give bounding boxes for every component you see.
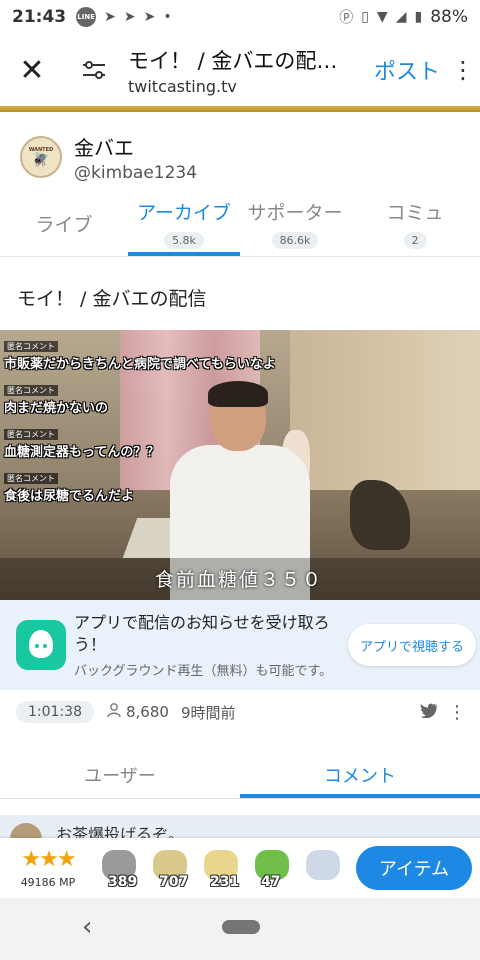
item-button[interactable]: アイテム <box>356 846 472 890</box>
tab-label: ライブ <box>35 214 93 236</box>
item-bar: ★★★ 49186 MP 389 707 231 47 アイテム <box>0 838 480 898</box>
overlay-comment: 匿名コメント 血糖測定器もってんの？？ <box>4 429 160 460</box>
content-tabs: ユーザー コメント <box>0 752 480 798</box>
profile-handle: @kimbae1234 <box>74 162 198 183</box>
movie-duration: 1:01:38 <box>16 701 94 723</box>
back-icon[interactable]: ‹ <box>82 912 92 942</box>
overlay-comment: 匿名コメント 食後は尿糖でるんだよ <box>4 473 135 504</box>
more-options-icon[interactable]: ⋮ <box>446 56 480 84</box>
movie-title: モイ！ / 金バエの配信 <box>17 288 207 310</box>
fly-icon: 🪰 <box>32 152 50 168</box>
tab-label: コミュ <box>386 202 444 224</box>
movie-time-ago: 9時間前 <box>180 703 236 722</box>
notification-icons: LINE ➤ ➤ ➤ • <box>76 7 172 27</box>
viewer-count: 8,680 <box>106 702 169 722</box>
banner-sub-text: バックグラウンド再生（無料）も可能です。 <box>74 663 333 679</box>
overlay-comment: 匿名コメント 肉まだ焼かないの <box>4 385 109 416</box>
header-decoration <box>0 106 480 112</box>
browser-title-area: モイ！ / 金バエの配… twitcasting.tv <box>124 45 368 96</box>
profile-header: WANTED 🪰 金バエ @kimbae1234 <box>0 122 480 192</box>
star-rank-icon: ★★★ <box>21 846 76 872</box>
overlay-comment: 匿名コメント 市販薬だからきちんと病院で調べてもらいなよ <box>4 341 276 372</box>
system-nav-bar: ‹ <box>0 898 480 960</box>
status-time: 21:43 <box>12 7 67 27</box>
site-settings-icon[interactable] <box>64 34 124 106</box>
home-pill-icon[interactable] <box>222 920 260 934</box>
avatar[interactable]: WANTED 🪰 <box>20 136 62 178</box>
item-count: 707 <box>159 874 189 890</box>
tabs-divider <box>0 256 480 257</box>
item-count: 231 <box>210 874 240 890</box>
close-icon[interactable]: ✕ <box>0 34 64 106</box>
vibrate-icon: ▯ <box>361 9 369 25</box>
profile-tabs: ライブ アーカイブ 5.8k サポーター 86.6k コミュ 2 <box>0 196 480 256</box>
video-player[interactable]: 匿名コメント 市販薬だからきちんと病院で調べてもらいなよ 匿名コメント 肉まだ焼… <box>0 330 480 600</box>
profile-name: 金バエ <box>74 135 134 160</box>
mp-display[interactable]: ★★★ 49186 MP <box>0 846 96 889</box>
open-in-app-button[interactable]: アプリで視聴する <box>348 624 476 666</box>
status-bar: 21:43 LINE ➤ ➤ ➤ • ⓟ ▯ ▼ ◢ ▮ 88% <box>0 0 480 34</box>
wifi-icon: ▼ <box>376 9 388 25</box>
item-mascot[interactable] <box>300 846 351 890</box>
tab-label: アーカイブ <box>137 202 231 224</box>
tab-live[interactable]: ライブ <box>0 196 128 256</box>
tab-comments[interactable]: コメント <box>240 752 480 798</box>
mp-value: 49186 MP <box>20 875 76 889</box>
tab-count-badge: 5.8k <box>164 232 204 249</box>
more-vert-icon[interactable]: ⋮ <box>448 702 466 723</box>
person-icon <box>106 702 122 722</box>
item-count: 389 <box>108 874 138 890</box>
nfc-icon: ⓟ <box>339 10 354 26</box>
system-icons: ⓟ ▯ ▼ ◢ ▮ 88% <box>339 7 468 27</box>
send-icon: ➤ <box>143 9 156 25</box>
tab-archive[interactable]: アーカイブ 5.8k <box>128 196 240 256</box>
dot-icon: • <box>163 9 172 25</box>
tab-users[interactable]: ユーザー <box>0 752 240 798</box>
line-app-icon: LINE <box>76 7 97 27</box>
tab-count-badge: 86.6k <box>271 232 319 249</box>
browser-toolbar: ✕ モイ！ / 金バエの配… twitcasting.tv ポスト ⋮ <box>0 34 480 106</box>
tab-supporters[interactable]: サポーター 86.6k <box>240 196 350 256</box>
item-frog[interactable]: 47 <box>249 846 300 890</box>
overlay-comments: 匿名コメント 市販薬だからきちんと病院で調べてもらいなよ 匿名コメント 肉まだ焼… <box>4 334 276 510</box>
twitter-share-icon[interactable] <box>420 703 438 722</box>
page-title: モイ！ / 金バエの配… <box>128 48 338 73</box>
send-icon: ➤ <box>104 9 116 25</box>
tab-label: サポーター <box>247 202 343 224</box>
item-count: 47 <box>261 874 281 890</box>
viewer-count-value: 8,680 <box>125 703 169 721</box>
post-button[interactable]: ポスト <box>368 54 446 86</box>
app-promo-banner: アプリで配信のお知らせを受け取ろう！ バックグラウンド再生（無料）も可能です。 … <box>0 600 480 690</box>
tab-count-badge: 2 <box>403 232 427 249</box>
mascot-icon <box>306 850 340 880</box>
signal-icon: ◢ <box>395 9 407 25</box>
battery-icon: ▮ <box>414 9 423 25</box>
item-tea-large[interactable]: 231 <box>198 846 249 890</box>
video-subtitle: 食前血糖値３５０ <box>155 569 324 591</box>
item-coin-stack[interactable]: 389 <box>96 846 147 890</box>
banner-main-text: アプリで配信のお知らせを受け取ろう！ <box>74 612 330 654</box>
send-icon: ➤ <box>123 9 136 25</box>
twitcasting-app-icon <box>16 620 66 670</box>
content-tabs-divider <box>0 798 480 799</box>
item-tea[interactable]: 707 <box>147 846 198 890</box>
tab-community[interactable]: コミュ 2 <box>350 196 480 256</box>
movie-meta: 1:01:38 8,680 9時間前 ⋮ <box>16 698 466 726</box>
page-domain: twitcasting.tv <box>128 76 237 96</box>
comment-peek: お茶爆投げるぞ。 <box>0 815 480 840</box>
battery-level: 88% <box>430 7 468 27</box>
